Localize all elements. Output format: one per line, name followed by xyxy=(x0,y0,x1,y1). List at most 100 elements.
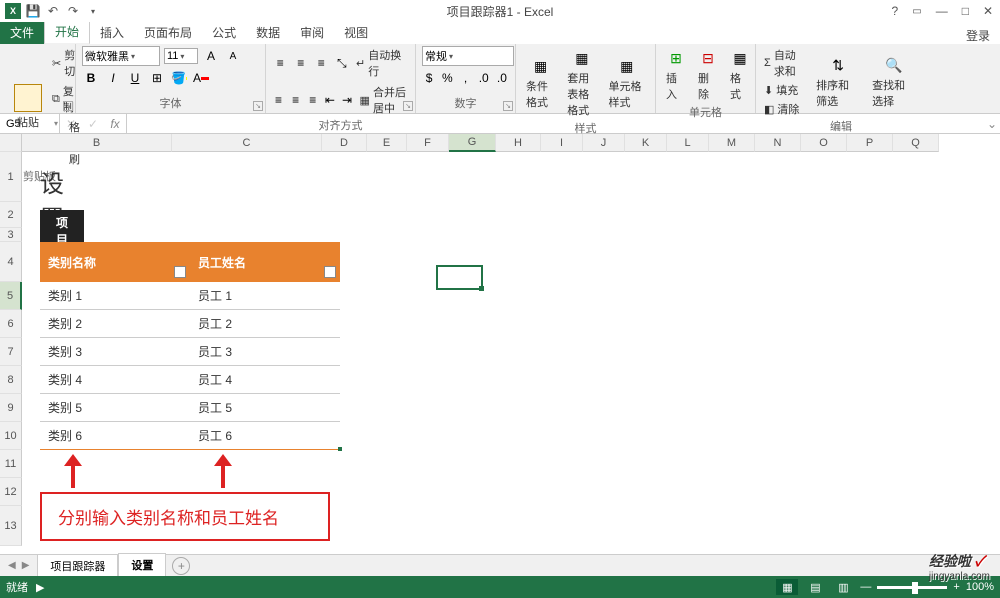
add-sheet-button[interactable]: + xyxy=(172,557,190,575)
find-select-button[interactable]: 🔍查找和选择 xyxy=(868,53,920,111)
col-header[interactable]: L xyxy=(667,134,709,152)
col-header[interactable]: E xyxy=(367,134,407,152)
tab-file[interactable]: 文件 xyxy=(0,21,44,44)
table-row[interactable]: 类别 3员工 3 xyxy=(40,338,340,366)
tab-page-layout[interactable]: 页面布局 xyxy=(134,21,202,44)
col-header[interactable]: B xyxy=(22,134,172,152)
row-header[interactable]: 11 xyxy=(0,450,22,478)
underline-button[interactable]: U xyxy=(126,69,144,87)
row-header[interactable]: 9 xyxy=(0,394,22,422)
italic-button[interactable]: I xyxy=(104,69,122,87)
row-header[interactable]: 2 xyxy=(0,202,22,228)
sheet-nav[interactable]: ◀▶ xyxy=(0,560,37,571)
col-header[interactable]: G xyxy=(449,134,496,152)
zoom-slider[interactable] xyxy=(877,586,947,589)
ribbon-toggle-icon[interactable]: ▭ xyxy=(909,6,924,17)
row-header[interactable]: 4 xyxy=(0,242,22,282)
col-header[interactable]: J xyxy=(583,134,625,152)
conditional-format-button[interactable]: ▦条件格式 xyxy=(522,54,559,112)
border-button[interactable]: ⊞ xyxy=(148,69,166,87)
sheet-tab[interactable]: 项目跟踪器 xyxy=(37,554,118,578)
row-header[interactable]: 3 xyxy=(0,228,22,242)
col-header[interactable]: C xyxy=(172,134,322,152)
cell-employee[interactable]: 员工 4 xyxy=(190,366,340,393)
cell-employee[interactable]: 员工 2 xyxy=(190,310,340,337)
row-header[interactable]: 8 xyxy=(0,366,22,394)
align-middle-icon[interactable]: ≡ xyxy=(293,54,310,72)
sheet-tab[interactable]: 设置 xyxy=(118,553,166,578)
font-size-select[interactable]: 11▾ xyxy=(164,48,198,64)
merge-center-button[interactable]: ▦合并后居中 xyxy=(358,83,409,117)
row-header[interactable]: 7 xyxy=(0,338,22,366)
tab-review[interactable]: 审阅 xyxy=(290,21,334,44)
cell-employee[interactable]: 员工 5 xyxy=(190,394,340,421)
col-header[interactable]: O xyxy=(801,134,847,152)
filter-icon[interactable]: ▾ xyxy=(174,266,186,278)
clipboard-dialog-icon[interactable]: ↘ xyxy=(63,101,73,111)
col-header[interactable]: M xyxy=(709,134,755,152)
align-bottom-icon[interactable]: ≡ xyxy=(313,54,330,72)
align-center-icon[interactable]: ≡ xyxy=(289,91,302,109)
zoom-level[interactable]: 100% xyxy=(966,581,994,593)
decrease-decimal-icon[interactable]: .0 xyxy=(495,69,509,87)
align-top-icon[interactable]: ≡ xyxy=(272,54,289,72)
filter-icon[interactable]: ▾ xyxy=(324,266,336,278)
table-row[interactable]: 类别 4员工 4 xyxy=(40,366,340,394)
tab-insert[interactable]: 插入 xyxy=(90,21,134,44)
tab-data[interactable]: 数据 xyxy=(246,21,290,44)
table-format-button[interactable]: ▦套用 表格格式 xyxy=(563,46,600,120)
col-header[interactable]: P xyxy=(847,134,893,152)
number-format-select[interactable]: 常规▾ xyxy=(422,46,514,66)
table-row[interactable]: 类别 2员工 2 xyxy=(40,310,340,338)
tab-formulas[interactable]: 公式 xyxy=(202,21,246,44)
view-page-break-icon[interactable]: ▥ xyxy=(832,579,854,595)
cell-employee[interactable]: 员工 1 xyxy=(190,282,340,309)
align-right-icon[interactable]: ≡ xyxy=(306,91,319,109)
zoom-out-icon[interactable]: — xyxy=(860,581,871,593)
cell-employee[interactable]: 员工 3 xyxy=(190,338,340,365)
close-icon[interactable]: ✕ xyxy=(980,4,996,18)
col-header[interactable]: Q xyxy=(893,134,939,152)
help-icon[interactable]: ? xyxy=(889,4,902,18)
number-dialog-icon[interactable]: ↘ xyxy=(503,101,513,111)
row-header[interactable]: 12 xyxy=(0,478,22,506)
align-left-icon[interactable]: ≡ xyxy=(272,91,285,109)
expand-formula-icon[interactable]: ⌄ xyxy=(984,117,1000,131)
bold-button[interactable]: B xyxy=(82,69,100,87)
cell-style-button[interactable]: ▦单元格样式 xyxy=(604,54,649,112)
maximize-icon[interactable]: □ xyxy=(959,4,972,18)
align-dialog-icon[interactable]: ↘ xyxy=(403,101,413,111)
font-name-select[interactable]: 微软雅黑▾ xyxy=(82,46,160,66)
cell-category[interactable]: 类别 3 xyxy=(40,338,190,365)
table-row[interactable]: 类别 1员工 1 xyxy=(40,282,340,310)
cell-employee[interactable]: 员工 6 xyxy=(190,422,340,449)
row-header[interactable]: 10 xyxy=(0,422,22,450)
cell-category[interactable]: 类别 2 xyxy=(40,310,190,337)
col-header[interactable]: N xyxy=(755,134,801,152)
table-row[interactable]: 类别 6员工 6 xyxy=(40,422,340,450)
increase-decimal-icon[interactable]: .0 xyxy=(477,69,491,87)
percent-icon[interactable]: % xyxy=(440,69,454,87)
wrap-text-button[interactable]: ↵自动换行 xyxy=(354,46,409,80)
table-row[interactable]: 类别 5员工 5 xyxy=(40,394,340,422)
fill-handle[interactable] xyxy=(479,286,484,291)
tab-view[interactable]: 视图 xyxy=(334,21,378,44)
indent-decrease-icon[interactable]: ⇤ xyxy=(323,91,336,109)
currency-icon[interactable]: $ xyxy=(422,69,436,87)
paste-button[interactable]: 粘贴 xyxy=(10,82,46,132)
col-header[interactable]: K xyxy=(625,134,667,152)
autosum-button[interactable]: Σ自动求和 xyxy=(762,46,808,80)
insert-cells-button[interactable]: ⊞插入 xyxy=(662,46,690,104)
clear-button[interactable]: ◧清除 xyxy=(762,100,808,118)
fill-button[interactable]: ⬇填充 xyxy=(762,81,808,99)
col-header[interactable]: H xyxy=(496,134,541,152)
cell-category[interactable]: 类别 6 xyxy=(40,422,190,449)
orientation-icon[interactable]: ⤡ xyxy=(334,54,351,72)
sort-filter-button[interactable]: ⇅排序和筛选 xyxy=(812,53,864,111)
col-header[interactable]: I xyxy=(541,134,583,152)
row-header[interactable]: 6 xyxy=(0,310,22,338)
increase-font-icon[interactable]: A xyxy=(202,47,220,65)
cell-category[interactable]: 类别 5 xyxy=(40,394,190,421)
zoom-in-icon[interactable]: + xyxy=(953,581,959,593)
row-header[interactable]: 1 xyxy=(0,152,22,202)
